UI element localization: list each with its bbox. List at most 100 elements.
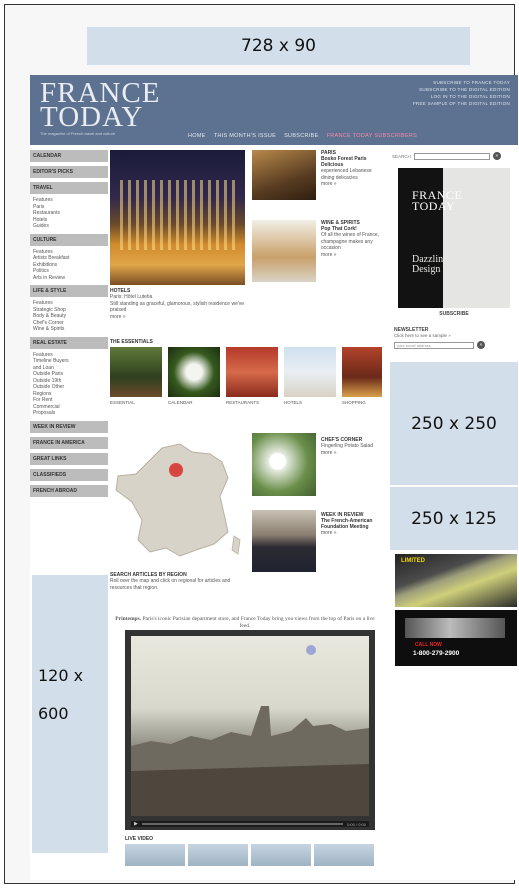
hero-more-link[interactable]: more » <box>110 314 250 321</box>
newsletter-submit-button[interactable]: » <box>477 341 485 349</box>
ad2-call: CALL NOW <box>415 642 442 648</box>
essentials-row: ESSENTIAL CALENDAR RESTAURANTS HOTELS SH… <box>110 347 382 405</box>
nav-subscribers[interactable]: FRANCE TODAY SUBSCRIBERS <box>327 133 418 139</box>
left-nav-heading[interactable]: REAL ESTATE <box>30 336 108 349</box>
top-link-login[interactable]: LOG IN TO THE DIGITAL EDITION <box>413 93 510 100</box>
essential-label: CALENDAR <box>168 400 193 405</box>
skyline-graphic <box>131 645 369 816</box>
week-more[interactable]: more » <box>321 530 385 537</box>
newsletter-email-input[interactable]: your email address <box>394 341 474 349</box>
side-story-image-2[interactable] <box>252 220 316 282</box>
hero-caption: HOTELS Paris: Hôtel Lutetia Still standi… <box>110 288 250 320</box>
live-video-thumbs <box>125 844 374 866</box>
left-nav-heading[interactable]: FRENCH ABROAD <box>30 484 108 497</box>
left-nav-heading[interactable]: FRANCE IN AMERICA <box>30 436 108 449</box>
magazine-cover[interactable]: FRANCE TODAY Dazzling Design <box>398 168 510 308</box>
side-story-1: PARIS Bosko Forest Paris Delicious exper… <box>321 150 385 188</box>
essential-label: ESSENTIAL <box>110 400 135 405</box>
subscribe-link[interactable]: SUBSCRIBE <box>390 311 518 317</box>
skyscraper-label-2: 600 <box>38 704 69 723</box>
chefs-corner-more[interactable]: more » <box>321 450 385 457</box>
top-link-sample[interactable]: FREE SAMPLE OF THE DIGITAL EDITION <box>413 100 510 107</box>
video-progress-bar[interactable] <box>141 823 344 825</box>
video-frame[interactable] <box>131 636 369 816</box>
cover-logo: FRANCE TODAY <box>412 188 463 213</box>
france-region-map[interactable] <box>110 440 245 560</box>
nav-issue[interactable]: THIS MONTH'S ISSUE <box>214 133 276 139</box>
left-nav-heading[interactable]: TRAVEL <box>30 182 108 194</box>
left-nav-group: WEEK IN REVIEW <box>30 420 108 433</box>
left-nav-heading[interactable]: CLASSIFIEDS <box>30 468 108 481</box>
left-nav-group: GREAT LINKS <box>30 452 108 465</box>
left-nav-heading[interactable]: EDITOR'S PICKS <box>30 166 108 178</box>
search-by-region: SEARCH ARTICLES BY REGION Roll over the … <box>110 572 250 591</box>
search-input[interactable] <box>413 152 490 160</box>
newsletter-signup: NEWSLETTER Click here to see a sample » … <box>390 327 518 349</box>
week-title[interactable]: The French-American Foundation Meeting <box>321 518 385 530</box>
side-story-text: Of all the wines of France, champagne ma… <box>321 232 380 251</box>
top-link-subscribe[interactable]: SUBSCRIBE TO FRANCE TODAY <box>413 79 510 86</box>
left-nav-item[interactable]: Wine & Spirits <box>30 326 108 333</box>
essentials-heading: THE ESSENTIALS <box>110 339 153 345</box>
essential-label: SHOPPING <box>342 400 366 405</box>
live-video-thumb[interactable] <box>188 844 248 866</box>
left-nav-group: REAL ESTATE Features Timeline Buyers and L… <box>30 336 108 417</box>
newsletter-sample-link[interactable]: Click here to see a sample » <box>394 333 514 338</box>
phone-advertisement[interactable]: CALL NOW 1-800-279-2900 <box>395 610 517 666</box>
site-header: FRANCE TODAY The magazine of French trav… <box>30 75 518 145</box>
right-column: SEARCH » FRANCE TODAY Dazzling Design SUBS… <box>390 150 518 349</box>
essential-label: HOTELS <box>284 400 303 405</box>
side-story-more[interactable]: more » <box>321 181 385 188</box>
mpu-ad-slot[interactable]: 250 x 250 <box>390 362 518 485</box>
live-video-heading: LIVE VIDEO <box>125 836 154 842</box>
ad2-phone: 1-800-279-2900 <box>413 650 460 657</box>
video-time: 0:00 / 0:00 <box>347 821 366 827</box>
left-nav-item[interactable]: Guides <box>30 223 108 230</box>
car-advertisement[interactable]: LIMITED <box>395 554 517 607</box>
chefs-corner: CHEF'S CORNER Fingerling Potato Salad mo… <box>321 437 385 456</box>
live-video-thumb[interactable] <box>125 844 185 866</box>
left-nav-heading[interactable]: GREAT LINKS <box>30 452 108 465</box>
side-story-image-1[interactable] <box>252 150 316 200</box>
week-in-review-image[interactable] <box>252 510 316 572</box>
live-video-thumb[interactable] <box>251 844 311 866</box>
essential-thumb[interactable]: ESSENTIAL <box>110 347 162 405</box>
left-nav-group: CLASSIFIEDS <box>30 468 108 481</box>
search-button[interactable]: » <box>492 152 501 160</box>
hero-image[interactable] <box>110 150 245 285</box>
skyscraper-ad-slot[interactable]: 120 x 600 <box>32 575 108 853</box>
left-nav-group: LIFE & STYLE Features Strategic Shop Body &… <box>30 285 108 333</box>
side-story-more[interactable]: more » <box>321 252 385 259</box>
week-in-review: WEEK IN REVIEW The French-American Found… <box>321 512 385 537</box>
france-outline <box>115 443 229 557</box>
side-story-title[interactable]: Bosko Forest Paris Delicious <box>321 156 385 168</box>
left-nav-group: FRENCH ABROAD <box>30 484 108 497</box>
chefs-corner-image[interactable] <box>252 433 316 496</box>
left-nav-group: FRANCE IN AMERICA <box>30 436 108 449</box>
main-nav: HOME THIS MONTH'S ISSUE SUBSCRIBE FRANCE… <box>188 133 417 139</box>
live-video-player[interactable]: ▶ 0:00 / 0:00 <box>125 630 375 830</box>
video-controls: ▶ 0:00 / 0:00 <box>131 821 369 827</box>
left-nav-heading[interactable]: CALENDAR <box>30 150 108 162</box>
nav-home[interactable]: HOME <box>188 133 206 139</box>
cover-headline: Dazzling Design <box>412 254 449 275</box>
hotels-thumb[interactable]: HOTELS <box>284 347 336 405</box>
nav-subscribe[interactable]: SUBSCRIBE <box>284 133 319 139</box>
video-intro: Printemps. Paris's iconic Parisian depar… <box>110 616 380 630</box>
half-banner-ad-slot[interactable]: 250 x 125 <box>390 487 518 550</box>
calendar-thumb[interactable]: CALENDAR <box>168 347 220 405</box>
left-nav-heading[interactable]: LIFE & STYLE <box>30 285 108 297</box>
left-nav-item[interactable]: Arts in Review <box>30 275 108 282</box>
leaderboard-ad-slot[interactable]: 728 x 90 <box>87 27 470 65</box>
left-nav-heading[interactable]: CULTURE <box>30 233 108 246</box>
video-intro-lead: Printemps. <box>115 616 142 622</box>
restaurants-thumb[interactable]: RESTAURANTS <box>226 347 278 405</box>
top-link-digital[interactable]: SUBSCRIBE TO THE DIGITAL EDITION <box>413 86 510 93</box>
left-nav-item[interactable]: Proposals <box>30 410 108 417</box>
ad2-logo <box>405 618 505 638</box>
shopping-thumb[interactable]: SHOPPING <box>342 347 382 405</box>
play-icon[interactable]: ▶ <box>134 821 138 827</box>
site-logo[interactable]: FRANCE TODAY <box>40 79 160 132</box>
live-video-thumb[interactable] <box>314 844 374 866</box>
left-nav-heading[interactable]: WEEK IN REVIEW <box>30 420 108 433</box>
